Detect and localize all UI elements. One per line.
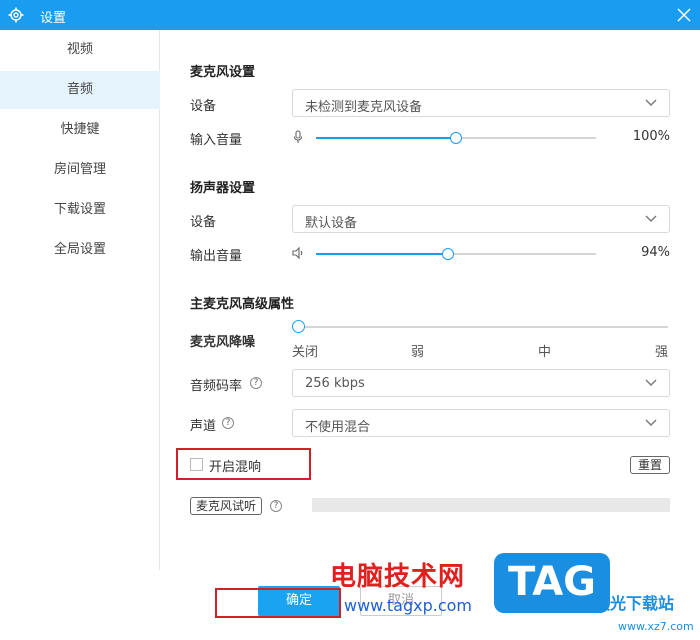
chevron-down-icon (645, 99, 657, 106)
highlight-box (215, 588, 341, 618)
watermark-logo-text: TAG (508, 559, 596, 605)
gear-icon (8, 7, 24, 23)
sidebar-item-label: 全局设置 (53, 242, 106, 257)
mic-test-level-bar (312, 498, 670, 512)
speaker-icon (292, 246, 303, 260)
sidebar-item-global-settings[interactable]: 全局设置 (0, 231, 160, 269)
noise-tick-strong: 强 (655, 345, 669, 360)
close-icon[interactable] (676, 7, 692, 23)
noise-tick-off: 关闭 (292, 345, 319, 360)
highlight-box (176, 448, 311, 480)
sidebar-item-label: 下载设置 (53, 202, 106, 217)
noise-reduction-slider[interactable] (298, 326, 668, 328)
mic-volume-fill (316, 137, 456, 139)
noise-reduction-knob[interactable] (292, 320, 305, 333)
chevron-down-icon (645, 419, 657, 426)
speaker-section-title: 扬声器设置 (190, 181, 256, 196)
speaker-device-label: 设备 (190, 215, 217, 230)
speaker-device-select[interactable]: 默认设备 (292, 205, 670, 233)
mic-section-title: 麦克风设置 (190, 65, 256, 80)
mic-device-value: 未检测到麦克风设备 (305, 100, 423, 115)
noise-reduction-label: 麦克风降噪 (190, 335, 256, 350)
watermark-site-url: www.xz7.com (618, 620, 694, 633)
sidebar: 视频 音频 快捷键 房间管理 下载设置 全局设置 (0, 30, 160, 570)
bitrate-select[interactable]: 256 kbps (292, 369, 670, 397)
help-icon[interactable]: ? (270, 500, 282, 512)
sidebar-item-label: 视频 (66, 42, 93, 57)
speaker-volume-fill (316, 253, 448, 255)
advanced-section-title: 主麦克风高级属性 (190, 297, 295, 312)
help-icon[interactable]: ? (222, 417, 234, 429)
watermark-url: www.tagxp.com (344, 596, 472, 615)
noise-tick-weak: 弱 (411, 345, 425, 360)
mic-volume-label: 输入音量 (190, 133, 243, 148)
sidebar-item-label: 音频 (66, 82, 93, 97)
speaker-volume-knob[interactable] (441, 248, 454, 260)
microphone-icon (293, 130, 303, 143)
sidebar-item-shortcuts[interactable]: 快捷键 (0, 111, 160, 149)
bitrate-value: 256 kbps (305, 376, 365, 391)
sidebar-item-download-settings[interactable]: 下载设置 (0, 191, 160, 229)
audio-settings-panel: 麦克风设置 设备 未检测到麦克风设备 输入音量 100% 扬声器设置 设备 默认… (160, 30, 700, 570)
chevron-down-icon (645, 379, 657, 386)
watermark-logo: TAG (494, 553, 610, 613)
mic-volume-value: 100% (632, 129, 670, 144)
chevron-down-icon (645, 215, 657, 222)
reset-button[interactable]: 重置 (630, 456, 670, 474)
mic-volume-slider[interactable] (316, 132, 596, 144)
sidebar-item-label: 快捷键 (60, 122, 100, 137)
speaker-volume-value: 94% (641, 245, 670, 260)
mic-test-button[interactable]: 麦克风试听 (190, 497, 262, 515)
speaker-volume-label: 输出音量 (190, 249, 243, 264)
help-icon[interactable]: ? (250, 377, 262, 389)
mic-device-label: 设备 (190, 99, 217, 114)
watermark-site-name: 极光下载站 (594, 594, 675, 613)
channel-label: 声道 (190, 419, 217, 434)
bitrate-label: 音频码率 (190, 379, 243, 394)
watermark-text: 电脑技术网 (330, 562, 466, 592)
channel-select[interactable]: 不使用混合 (292, 409, 670, 437)
sidebar-item-audio[interactable]: 音频 (0, 71, 160, 109)
sidebar-item-label: 房间管理 (53, 162, 106, 177)
speaker-volume-slider[interactable] (316, 248, 596, 260)
mic-device-select[interactable]: 未检测到麦克风设备 (292, 89, 670, 117)
window-title: 设置 (40, 11, 67, 26)
sidebar-item-video[interactable]: 视频 (0, 31, 160, 69)
channel-value: 不使用混合 (305, 420, 371, 435)
sidebar-item-room-management[interactable]: 房间管理 (0, 151, 160, 189)
mic-volume-knob[interactable] (450, 132, 462, 144)
noise-tick-medium: 中 (538, 345, 552, 360)
speaker-device-value: 默认设备 (305, 216, 358, 231)
title-bar: 设置 (0, 0, 700, 30)
